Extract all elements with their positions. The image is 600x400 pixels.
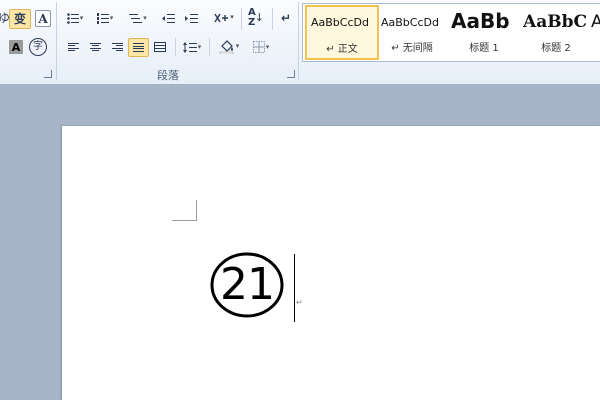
shading-button[interactable]: ▾ [214,38,244,55]
style-preview: AaBbC [523,12,587,32]
margin-corner-mark [172,200,197,221]
style-name: 标题 2 [541,43,571,54]
line-spacing-icon [182,41,197,53]
ribbon: ゆ 变 A A 字 ▾ ▾ ▾ ▾ AZ ↓ ↵ ▾ ▾ ▾ 段落 AaBbCc… [0,0,600,85]
style-normal[interactable]: AaBbCcDd ↵ 正文 [305,5,379,60]
chinese-layout-icon [214,13,229,22]
style-title[interactable]: A [591,6,600,58]
style-preview: A [591,12,600,32]
borders-button[interactable]: ▾ [248,39,274,55]
document-page[interactable] [62,126,600,400]
sort-button[interactable]: AZ ↓ [246,6,266,28]
enclosed-character[interactable]: 21 [210,252,284,318]
style-name: ↵ 无间隔 [391,43,433,54]
line-spacing-button[interactable]: ▾ [179,39,205,55]
style-heading-1[interactable]: AaBb 标题 1 [449,6,519,58]
numbering-icon [96,12,109,24]
show-hide-marks-button[interactable]: ↵ [278,10,294,25]
borders-dropdown-icon[interactable]: ▾ [266,43,270,51]
paragraph-mark: ↵ [296,298,303,307]
justify-icon [133,43,144,52]
paint-bucket-icon [219,39,233,54]
justify-button[interactable] [128,38,149,57]
partial-font-button[interactable]: ゆ [0,10,10,26]
align-left-button[interactable] [64,39,82,55]
font-dialog-launcher-icon[interactable] [44,70,52,78]
multilevel-list-icon [129,13,143,23]
style-no-spacing[interactable]: AaBbCcDd ↵ 无间隔 [377,6,447,58]
style-name: ↵ 正文 [326,44,358,55]
style-preview: AaBbCcDd [381,16,439,29]
chinese-layout-button[interactable]: ▾ [210,10,238,25]
paragraph-dialog-launcher-icon[interactable] [287,70,295,78]
align-left-icon [67,42,79,52]
align-right-icon [111,42,123,52]
bullets-button[interactable]: ▾ [64,11,86,25]
enclosed-text: 21 [220,259,275,310]
multilevel-list-dropdown-icon[interactable]: ▾ [143,14,147,22]
character-shading-button[interactable]: A [9,40,23,54]
enclose-characters-label: 字 [33,41,43,52]
borders-icon [252,41,265,53]
increase-indent-button[interactable] [183,11,199,25]
ribbon-separator [56,2,57,80]
style-preview: AaBbCcDd [311,16,369,29]
bullets-icon [66,12,79,24]
character-shading-label: A [11,40,21,54]
align-center-icon [89,42,101,52]
ribbon-separator [298,2,299,80]
paragraph-group-label: 段落 [157,69,179,82]
style-heading-2[interactable]: AaBbC 标题 2 [521,6,591,58]
align-center-button[interactable] [86,39,104,55]
distributed-icon [154,42,166,52]
ribbon-separator [175,38,176,56]
ribbon-separator [241,8,242,30]
styles-gallery: AaBbCcDd ↵ 正文 AaBbCcDd ↵ 无间隔 AaBb 标题 1 A… [302,3,600,62]
character-border-label: A [38,11,48,26]
numbering-dropdown-icon[interactable]: ▾ [110,14,114,22]
distributed-button[interactable] [151,39,169,55]
increase-indent-icon [184,13,198,23]
multilevel-list-button[interactable]: ▾ [125,11,151,25]
sort-arrow: ↓ [254,11,264,24]
style-name: 标题 1 [469,43,499,54]
sort-icon: AZ [248,6,256,28]
decrease-indent-button[interactable] [160,11,176,25]
character-border-button[interactable]: A [35,10,51,27]
chinese-layout-dropdown-icon[interactable]: ▾ [230,14,234,21]
decrease-indent-icon [161,13,175,23]
enclose-characters-button[interactable]: 字 [29,38,47,56]
line-spacing-dropdown-icon[interactable]: ▾ [198,43,202,51]
style-preview: AaBb [451,9,510,33]
show-hide-marks-label: ↵ [280,10,292,25]
numbering-button[interactable]: ▾ [94,11,116,25]
align-right-button[interactable] [108,39,126,55]
ribbon-separator [209,38,210,56]
ribbon-separator [272,8,273,30]
phonetic-guide-label: 变 [13,12,26,26]
phonetic-guide-button[interactable]: 变 [9,9,31,29]
bullets-dropdown-icon[interactable]: ▾ [80,14,84,22]
text-cursor [294,254,295,322]
shading-dropdown-icon[interactable]: ▾ [236,43,240,50]
